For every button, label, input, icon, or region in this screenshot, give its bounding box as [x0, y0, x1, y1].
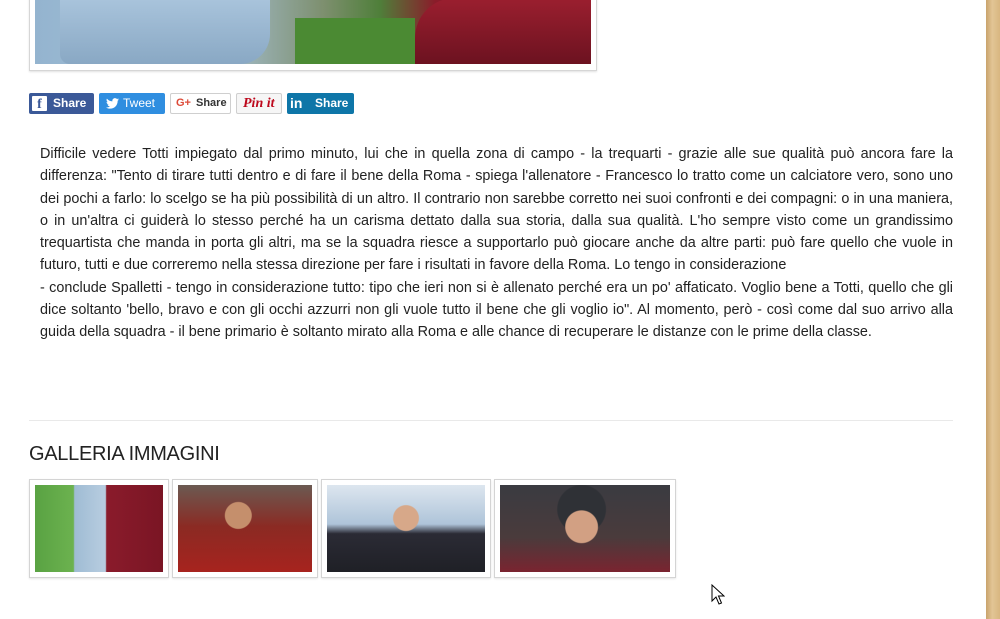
gallery-thumbnail[interactable]: [29, 479, 169, 578]
google-plus-icon: G+: [176, 97, 191, 109]
thumbnail-photo: [327, 485, 485, 572]
gallery-heading: GALLERIA IMMAGINI: [29, 443, 220, 465]
twitter-tweet-button[interactable]: Tweet: [99, 93, 165, 114]
page-edge-strip: [986, 0, 1000, 619]
article-body: Difficile vedere Totti impiegato dal pri…: [40, 143, 953, 344]
thumbnail-photo: [500, 485, 670, 572]
article-paragraph: Difficile vedere Totti impiegato dal pri…: [40, 146, 953, 274]
hero-photo: [35, 0, 591, 64]
gallery-thumbnail[interactable]: [494, 479, 676, 578]
section-divider: [29, 420, 953, 421]
pinterest-pin-button[interactable]: Pin it: [236, 93, 282, 114]
twitter-icon: [106, 93, 119, 116]
article-hero-image[interactable]: [29, 0, 597, 71]
article-paragraph: - conclude Spalletti - tengo in consider…: [40, 279, 953, 341]
linkedin-icon: in: [290, 95, 303, 111]
thumbnail-photo: [178, 485, 312, 572]
thumbnail-photo: [35, 485, 163, 572]
google-plus-share-button[interactable]: G+ Share: [170, 93, 231, 114]
facebook-icon: f: [32, 96, 47, 112]
gallery-thumbnail[interactable]: [321, 479, 491, 578]
gallery-thumbnail[interactable]: [172, 479, 318, 578]
facebook-share-button[interactable]: f Share: [29, 93, 94, 114]
linkedin-share-button[interactable]: in Share: [287, 93, 354, 114]
